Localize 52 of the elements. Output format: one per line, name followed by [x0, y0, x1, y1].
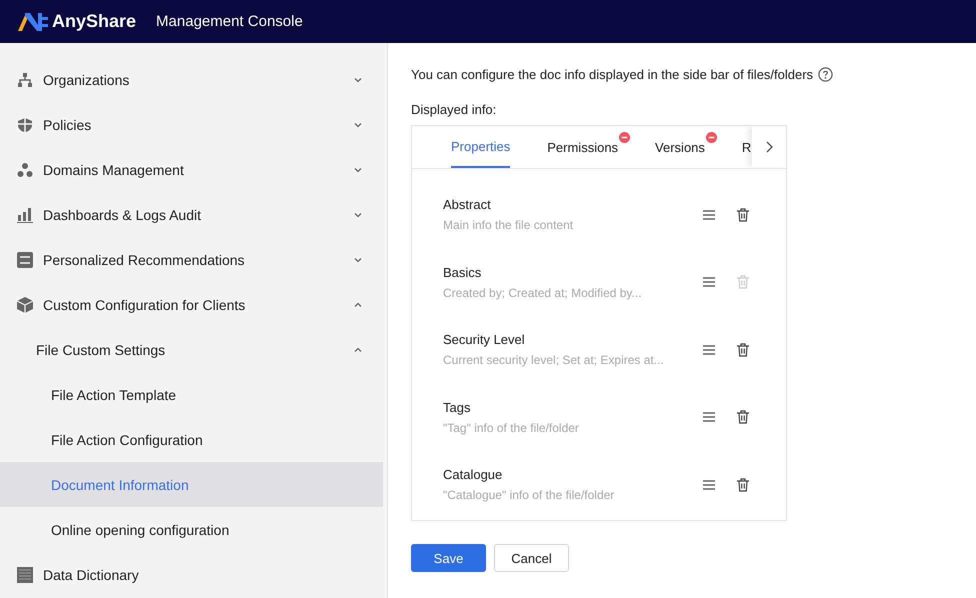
tab[interactable]: Properties [451, 126, 510, 168]
drag-handle-icon[interactable] [702, 342, 716, 357]
info-title: Security Level [443, 332, 525, 348]
trash-icon[interactable] [736, 342, 750, 357]
trash-icon[interactable] [736, 410, 750, 424]
drag-handle-icon[interactable] [702, 478, 716, 492]
logo-icon [18, 12, 48, 30]
info-description: Created by; Created at; Modified by... [443, 286, 642, 300]
displayed-info-label: Displayed info: [411, 102, 498, 117]
remove-icon[interactable] [619, 132, 630, 143]
drag-handle-icon[interactable] [702, 208, 716, 222]
info-title: Abstract [443, 197, 491, 212]
info-title: Basics [443, 264, 482, 280]
info-description: "Catalogue" info of the file/folder [443, 488, 614, 502]
tab[interactable]: Versions [655, 126, 705, 168]
trash-icon[interactable] [736, 208, 750, 222]
info-description: Main info the file content [443, 218, 574, 232]
shield-icon [17, 116, 33, 132]
sidebar-item[interactable]: Dashboards & Logs Audit [43, 206, 353, 222]
hierarchy-icon [17, 72, 33, 88]
sidebar-item[interactable]: Data Dictionary [43, 566, 363, 582]
sidebar-item[interactable]: Organizations [43, 72, 353, 88]
help-icon[interactable] [818, 67, 834, 82]
info-title: Catalogue [443, 467, 502, 482]
list-icon [17, 566, 33, 582]
bar-chart-icon [17, 206, 33, 222]
brand-name: AnyShare [52, 11, 136, 32]
save-button[interactable]: Save [411, 544, 486, 572]
sidebar-item[interactable]: File Action Template [51, 386, 363, 402]
sidebar-item[interactable]: Online opening configuration [51, 522, 363, 538]
sidebar-item[interactable]: File Custom Settings [36, 342, 353, 358]
three-dots-icon [17, 162, 33, 178]
tab[interactable]: R [742, 126, 752, 168]
tab[interactable]: Permissions [547, 126, 618, 168]
sidebar-item[interactable]: Personalized Recommendations [43, 252, 353, 268]
sidebar-item[interactable]: Domains Management [43, 162, 353, 178]
drag-handle-icon[interactable] [702, 275, 716, 290]
sliders-icon [17, 252, 33, 268]
info-description: "Tag" info of the file/folder [443, 420, 579, 435]
sidebar-item[interactable]: Custom Configuration for Clients [43, 296, 353, 312]
sidebar-item[interactable]: File Action Configuration [51, 432, 363, 448]
console-title: Management Console [156, 13, 303, 30]
remove-icon[interactable] [706, 132, 717, 143]
info-title: Tags [443, 400, 470, 415]
intro-text: You can configure the doc info displayed in the side bar of files/folders [411, 67, 814, 82]
sidebar-item[interactable]: Policies [43, 116, 353, 132]
trash-icon[interactable] [736, 478, 750, 492]
drag-handle-icon[interactable] [702, 410, 716, 424]
cube-icon [17, 296, 33, 312]
chevron-right-icon[interactable] [764, 140, 774, 152]
cancel-button[interactable]: Cancel [494, 544, 569, 572]
info-description: Current security level; Set at; Expires at... [443, 353, 664, 368]
